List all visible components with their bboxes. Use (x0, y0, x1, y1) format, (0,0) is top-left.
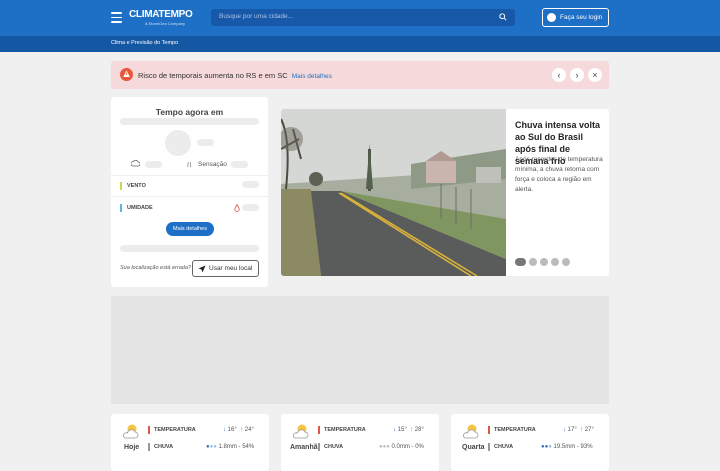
rain-amount: ●●● 19.5mm - 93% (541, 444, 593, 450)
forecast-card-wednesday[interactable]: Quarta TEMPERATURA ↓ 17° ↑ 27° CHUVA ●●●… (451, 414, 609, 471)
weather-alert-banner: Risco de temporais aumenta no RS e em SC… (111, 61, 609, 89)
rain-value: 19.5mm - 93% (553, 444, 593, 450)
rain-bar (148, 443, 150, 451)
forecast-day: Hoje (124, 444, 140, 451)
wind-label: VENTO (127, 183, 146, 189)
temperature-range: ↓ 15° ↑ 28° (393, 427, 424, 433)
min-temp: 16° (227, 427, 237, 433)
partly-cloudy-icon (123, 424, 139, 439)
breadcrumb-bar (0, 36, 720, 52)
temperature-placeholder (197, 139, 214, 146)
carousel-dot[interactable] (551, 258, 559, 266)
max-temp: 28° (414, 427, 424, 433)
use-my-location-button[interactable]: Usar meu local (192, 260, 259, 277)
forecast-card-today[interactable]: Hoje TEMPERATURA ↓ 16° ↑ 24° CHUVA ●●● 1… (111, 414, 269, 471)
rain-label: CHUVA (154, 444, 174, 450)
divider (111, 175, 268, 176)
news-image[interactable] (281, 109, 506, 276)
user-icon (547, 13, 556, 22)
forecast-card-tomorrow[interactable]: Amanhã TEMPERATURA ↓ 15° ↑ 28° CHUVA ●●●… (281, 414, 439, 471)
wind-placeholder (242, 181, 259, 188)
temperature-range: ↓ 16° ↑ 24° (223, 427, 254, 433)
search-placeholder: Busque por uma cidade... (219, 13, 294, 20)
alert-close-button[interactable]: × (588, 68, 602, 82)
rain-bar (318, 443, 320, 451)
alert-next-button[interactable]: › (570, 68, 584, 82)
min-temp: 15° (397, 427, 407, 433)
city-placeholder (120, 118, 259, 125)
wind-bar (120, 182, 122, 190)
humidity-label: UMIDADE (127, 205, 153, 211)
partly-cloudy-icon (293, 424, 309, 439)
humidity-bar (120, 204, 122, 212)
temperature-bar (148, 426, 150, 434)
weather-icon-placeholder (165, 130, 191, 156)
divider (111, 196, 268, 197)
logo-subtitle: A StormGeo Company (145, 21, 186, 26)
news-description: Após recordes de temperatura mínima, a c… (515, 156, 603, 193)
carousel-dot[interactable] (540, 258, 548, 266)
max-temp: 27° (584, 427, 594, 433)
hamburger-menu-icon[interactable] (111, 12, 122, 23)
news-carousel[interactable]: Chuva intensa volta ao Sul do Brasil apó… (281, 109, 609, 276)
temperature-bar (488, 426, 490, 434)
temperature-bar (318, 426, 320, 434)
login-label: Faça seu login (560, 14, 603, 21)
temperature-range: ↓ 17° ↑ 27° (563, 427, 594, 433)
forecast-day: Amanhã (290, 444, 318, 451)
rain-value: 0.0mm - 0% (391, 444, 424, 450)
alert-details-link[interactable]: Mais detalhes (292, 73, 332, 80)
rain-label: CHUVA (494, 444, 514, 450)
rain-amount: ●●● 1.8mm - 54% (206, 444, 255, 450)
temperature-label: TEMPERATURA (494, 427, 536, 433)
carousel-dot[interactable] (562, 258, 570, 266)
sensation-label: Sensação (198, 161, 227, 168)
search-input[interactable]: Busque por uma cidade... (211, 9, 515, 26)
rain-value: 1.8mm - 54% (218, 444, 255, 450)
update-placeholder (120, 245, 259, 252)
breadcrumb[interactable]: Clima e Previsão do Tempo (111, 40, 178, 46)
current-weather-title: Tempo agora em (155, 107, 224, 117)
climatempo-logo[interactable]: CLIMATEMPO A StormGeo Company (129, 9, 193, 26)
thermal-sensation-icon (187, 161, 192, 168)
rain-drops-icon: ●●● (379, 444, 390, 450)
logo-text: CLIMATEMPO (129, 9, 193, 20)
rain-amount: ●●● 0.0mm - 0% (379, 444, 424, 450)
min-temp: 17° (567, 427, 577, 433)
max-temp: 24° (244, 427, 254, 433)
use-my-location-label: Usar meu local (209, 265, 253, 272)
warning-icon (120, 68, 133, 81)
current-weather-card: Tempo agora em Sensação VENTO UMIDADE Ma… (111, 97, 268, 287)
alert-message: Risco de temporais aumenta no RS e em SC (138, 71, 288, 80)
rain-label: CHUVA (324, 444, 344, 450)
condition-placeholder (145, 161, 162, 168)
advertisement-area (111, 296, 609, 404)
humidity-placeholder (242, 204, 259, 211)
cloud-icon (131, 160, 140, 167)
rain-bar (488, 443, 490, 451)
carousel-dot[interactable] (529, 258, 537, 266)
location-question: Sua localização está errada? (120, 265, 191, 271)
humidity-drop-icon (234, 204, 240, 212)
login-button[interactable]: Faça seu login (542, 8, 609, 27)
alert-prev-button[interactable]: ‹ (552, 68, 566, 82)
carousel-dot-active[interactable] (515, 258, 526, 266)
alert-text[interactable]: Risco de temporais aumenta no RS e em SC… (138, 71, 332, 80)
partly-cloudy-icon (463, 424, 479, 439)
temperature-label: TEMPERATURA (154, 427, 196, 433)
sensation-placeholder (231, 161, 248, 168)
location-arrow-icon (198, 265, 206, 273)
search-icon[interactable] (499, 13, 507, 21)
forecast-day: Quarta (462, 444, 485, 451)
temperature-label: TEMPERATURA (324, 427, 366, 433)
current-weather-details-button[interactable]: Mais detalhes (166, 222, 214, 236)
